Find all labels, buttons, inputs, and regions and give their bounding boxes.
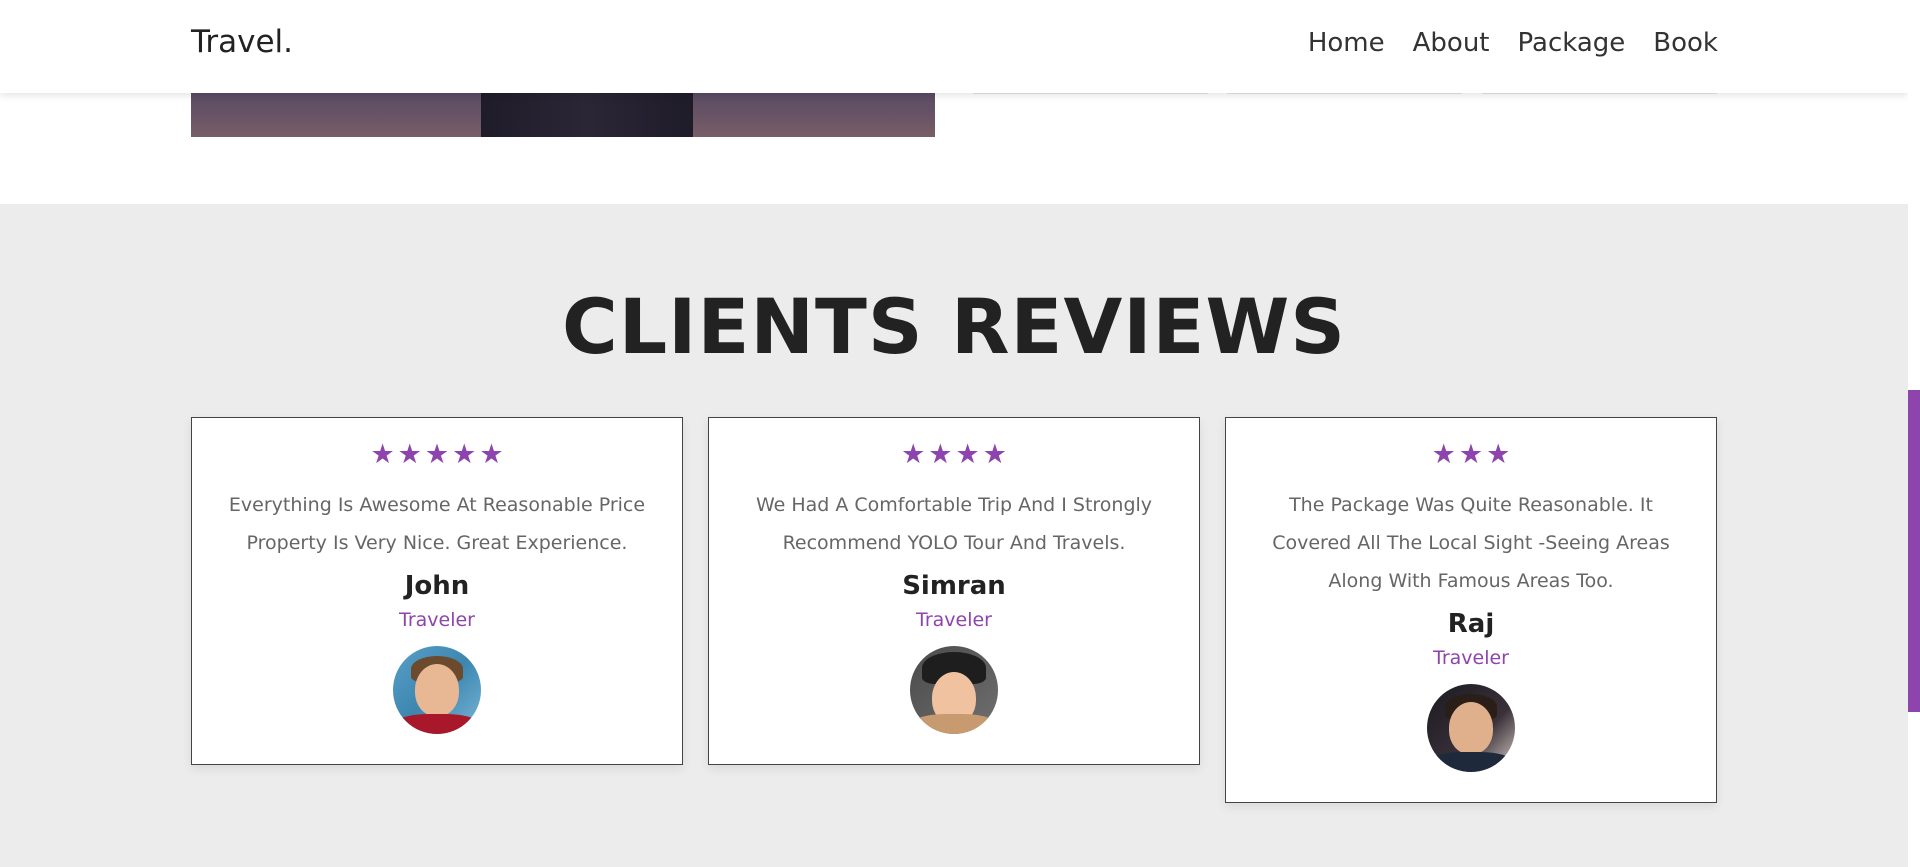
star-icon: ★ [397,439,422,470]
reviews-title: CLIENTS REVIEWS [561,282,1347,371]
reviewer-name: John [404,571,470,601]
person-silhouette [481,93,693,137]
star-icon: ★ [982,439,1007,470]
review-text: The Package Was Quite Reasonable. It Cov… [1272,494,1670,592]
review-card: ★ ★ ★ ★ We Had A Comfortable Trip And I … [708,417,1200,765]
star-icon: ★ [955,439,980,470]
navbar: Travel. Home About Package Book [0,0,1908,93]
reviewer-name: Raj [1447,609,1495,639]
review-card: ★ ★ ★ The Package Was Quite Reasonable. … [1225,417,1717,803]
man-avatar-icon [393,646,481,734]
star-rating: ★ ★ ★ ★ [709,440,1199,470]
top-section-photo [191,93,935,137]
brand-logo[interactable]: Travel. [191,24,293,60]
review-text: We Had A Comfortable Trip And I Strongly… [755,494,1153,554]
star-icon: ★ [370,439,395,470]
star-icon: ★ [1458,439,1484,470]
nav-link-about[interactable]: About [1413,28,1490,58]
reviewer-role: Traveler [1433,647,1509,669]
star-icon: ★ [901,439,926,470]
review-text: Everything Is Awesome At Reasonable Pric… [228,494,646,554]
reviews-section: CLIENTS REVIEWS ★ ★ ★ ★ ★ Everything Is … [0,204,1908,867]
nav-link-package[interactable]: Package [1518,28,1626,58]
star-icon: ★ [1486,439,1511,470]
star-icon: ★ [479,439,504,470]
reviewer-role: Traveler [916,609,992,631]
man-avatar-icon [1427,684,1515,772]
woman-avatar-icon [910,646,998,734]
nav-link-home[interactable]: Home [1308,28,1385,58]
reviewer-role: Traveler [399,609,475,631]
star-icon: ★ [424,439,450,470]
reviewer-name: Simran [902,571,1006,601]
star-rating: ★ ★ ★ [1226,440,1716,470]
star-rating: ★ ★ ★ ★ ★ [192,440,682,470]
star-icon: ★ [928,439,953,470]
nav-link-book[interactable]: Book [1653,28,1718,58]
nav-links: Home About Package Book [1308,28,1718,58]
star-icon: ★ [452,439,477,470]
review-card: ★ ★ ★ ★ ★ Everything Is Awesome At Reaso… [191,417,683,765]
star-icon: ★ [1431,439,1456,470]
scroll-thumb[interactable] [1908,390,1920,712]
